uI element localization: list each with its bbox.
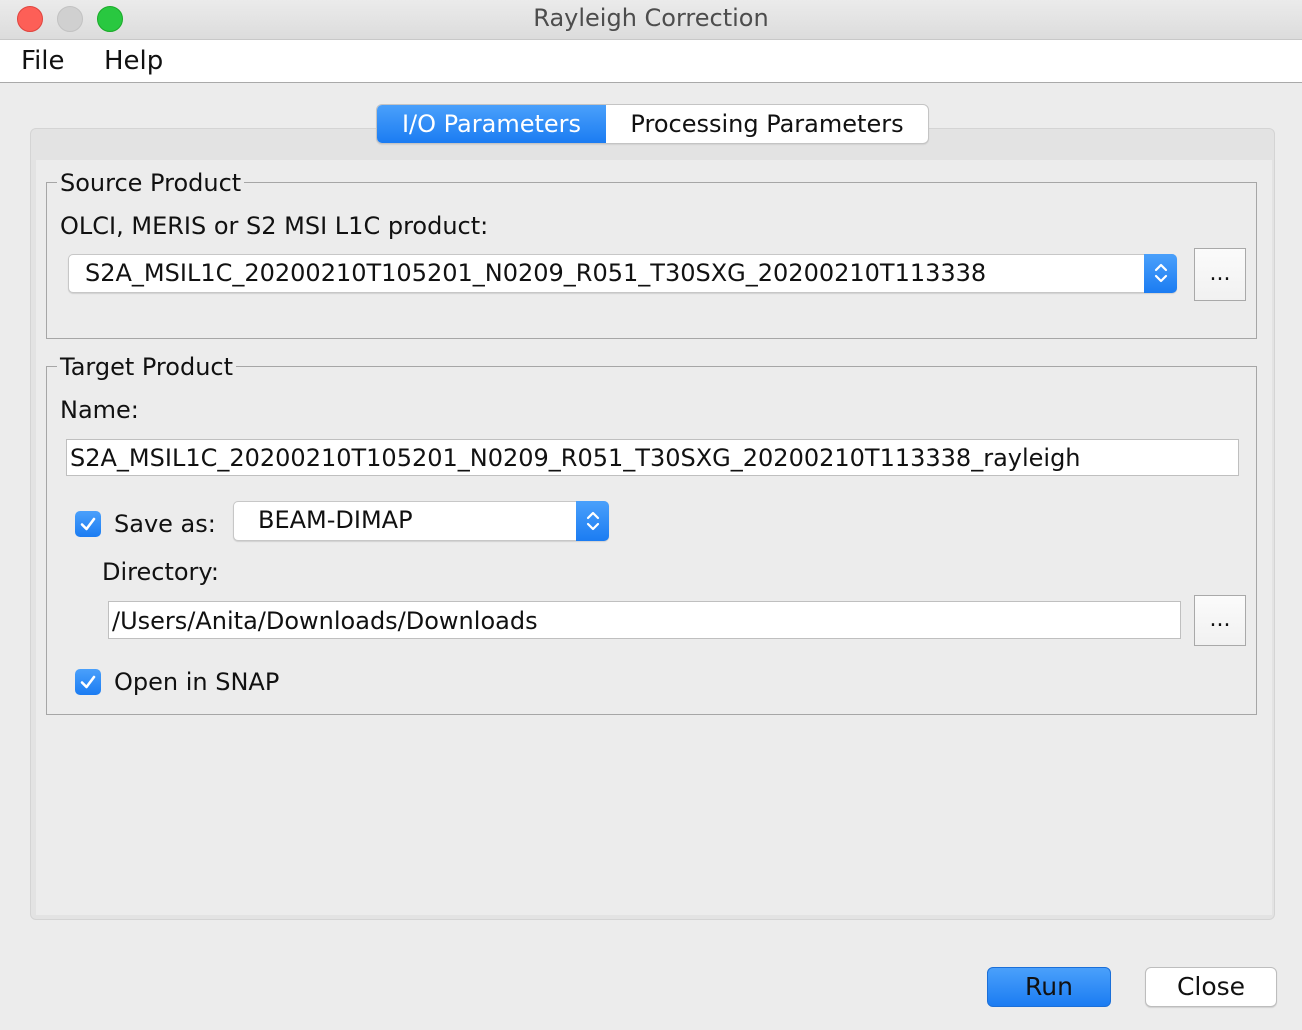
source-product-title: Source Product <box>57 169 245 197</box>
menu-bar: File Help <box>0 40 1302 83</box>
window-title: Rayleigh Correction <box>533 4 769 32</box>
checkmark-icon <box>80 675 96 689</box>
directory-label: Directory: <box>102 558 219 586</box>
source-product-label: OLCI, MERIS or S2 MSI L1C product: <box>60 212 489 240</box>
open-in-snap-label: Open in SNAP <box>114 668 280 696</box>
run-button[interactable]: Run <box>987 967 1111 1007</box>
source-browse-button[interactable]: ... <box>1194 248 1246 301</box>
target-product-title: Target Product <box>57 353 237 381</box>
open-in-snap-checkbox[interactable] <box>75 669 101 695</box>
menu-help[interactable]: Help <box>104 46 163 76</box>
target-name-input[interactable]: S2A_MSIL1C_20200210T105201_N0209_R051_T3… <box>66 439 1239 476</box>
dialog-window: Rayleigh Correction File Help I/O Parame… <box>0 0 1302 1030</box>
directory-browse-button[interactable]: ... <box>1194 595 1246 646</box>
tab-bar: I/O Parameters Processing Parameters <box>376 104 929 144</box>
save-format-combo[interactable]: BEAM-DIMAP <box>233 501 609 541</box>
tab-processing-parameters[interactable]: Processing Parameters <box>606 105 928 143</box>
chevron-up-down-icon <box>1144 254 1177 293</box>
save-format-value: BEAM-DIMAP <box>258 506 413 534</box>
target-name-label: Name: <box>60 396 139 424</box>
title-bar: Rayleigh Correction <box>0 0 1302 40</box>
close-button[interactable]: Close <box>1145 967 1277 1007</box>
source-product-value: S2A_MSIL1C_20200210T105201_N0209_R051_T3… <box>85 259 987 287</box>
tab-io-parameters[interactable]: I/O Parameters <box>377 105 606 143</box>
directory-input[interactable]: /Users/Anita/Downloads/Downloads <box>108 601 1181 639</box>
save-as-checkbox[interactable] <box>75 511 101 537</box>
save-as-label: Save as: <box>114 510 216 538</box>
chevron-up-down-icon <box>576 501 609 541</box>
menu-file[interactable]: File <box>21 46 65 76</box>
checkmark-icon <box>80 517 96 531</box>
source-product-combo[interactable]: S2A_MSIL1C_20200210T105201_N0209_R051_T3… <box>68 254 1177 293</box>
target-product-group <box>46 366 1257 715</box>
